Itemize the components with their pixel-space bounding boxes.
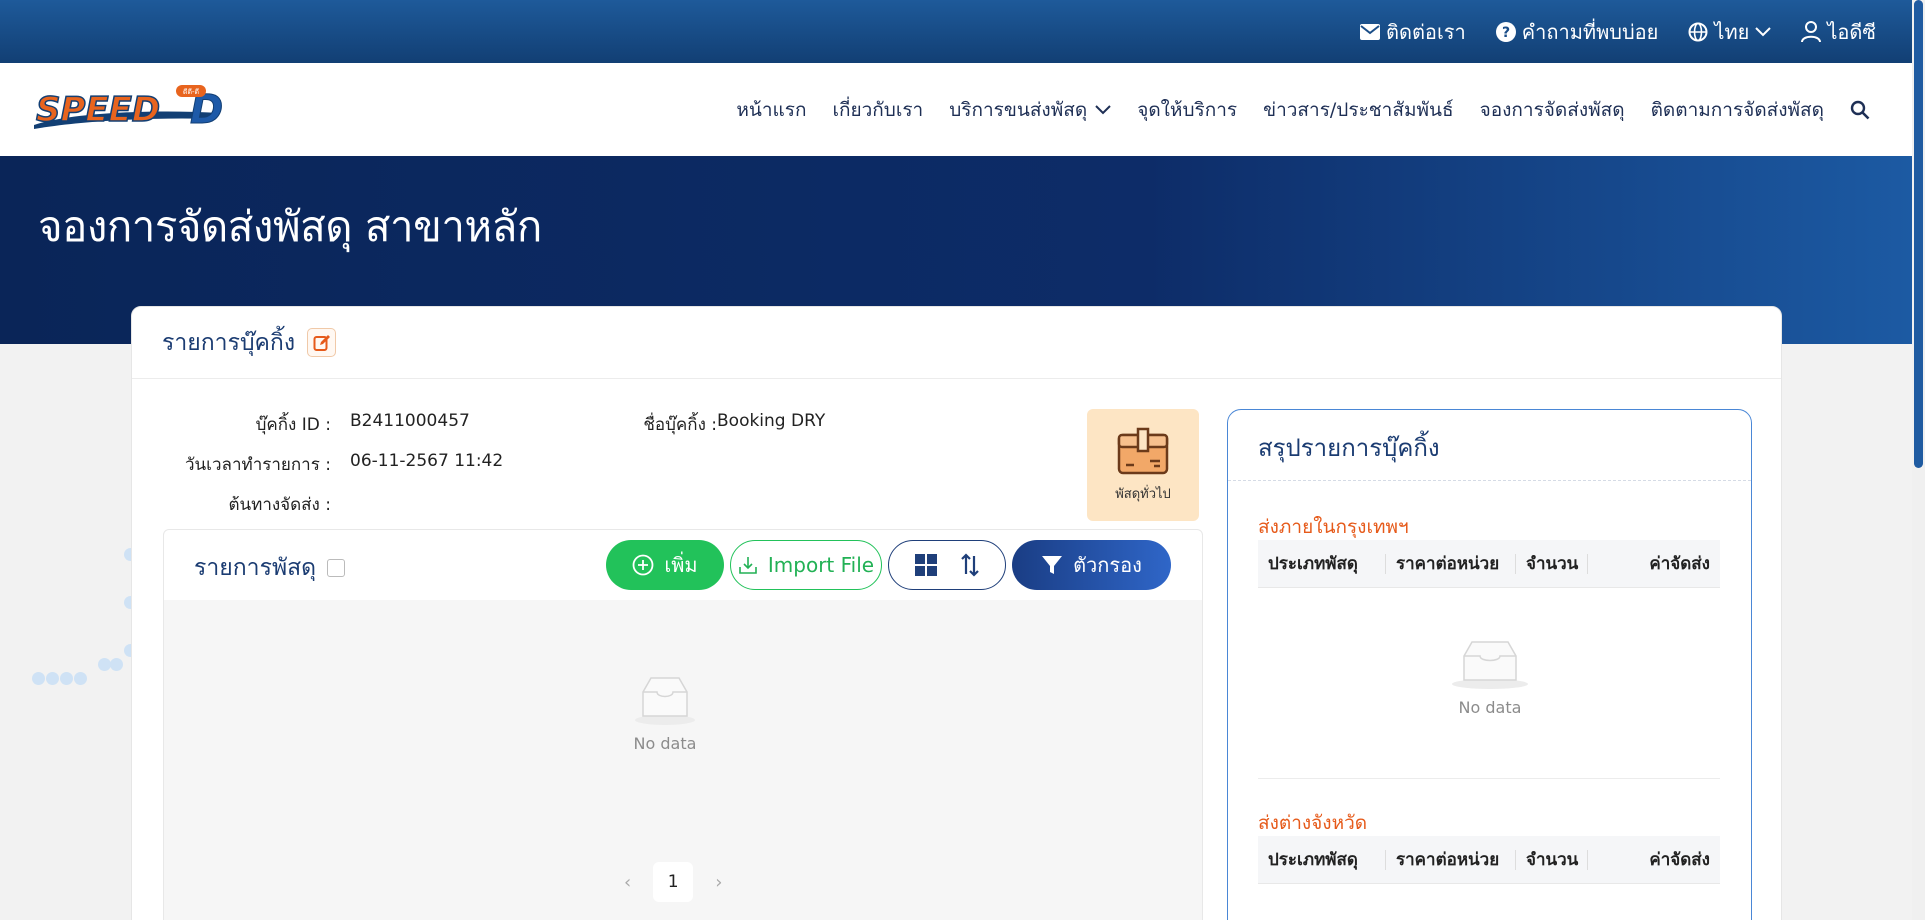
language-label: ไทย xyxy=(1714,19,1750,44)
bangkok-section-title: ส่งภายในกรุงเทพฯ xyxy=(1258,516,1409,538)
svg-text:ดีดี-ดี: ดีดี-ดี xyxy=(183,88,199,96)
filter-label: ตัวกรอง xyxy=(1073,553,1142,577)
page-title: จองการจัดส่งพัสดุ สาขาหลัก xyxy=(38,202,542,251)
nav-booking-label: จองการจัดส่งพัสดุ xyxy=(1479,98,1625,121)
booking-origin-label: ต้นทางจัดส่ง : xyxy=(228,495,331,515)
col-parcel-type: ประเภทพัสดุ xyxy=(1258,836,1386,884)
summary-title: สรุปรายการบุ๊คกิ้ง xyxy=(1258,434,1440,462)
download-icon xyxy=(739,557,757,574)
nav-about[interactable]: เกี่ยวกับเรา xyxy=(832,95,923,125)
parcel-type-badge[interactable]: พัสดุทั่วไป xyxy=(1087,409,1199,521)
nav-tracking[interactable]: ติดตามการจัดส่งพัสดุ xyxy=(1651,95,1824,125)
grid-view-icon xyxy=(915,554,937,576)
chevron-down-icon xyxy=(1095,104,1111,114)
edit-icon xyxy=(313,334,330,351)
contact-label: ติดต่อเรา xyxy=(1385,19,1466,44)
booking-title: รายการบุ๊คกิ้ง xyxy=(162,329,296,356)
parcel-type-label: พัสดุทั่วไป xyxy=(1115,486,1171,502)
col-unit-price: ราคาต่อหน่วย xyxy=(1386,836,1516,884)
view-toggle-button[interactable] xyxy=(888,540,1006,590)
booking-name-value: Booking DRY xyxy=(717,411,826,431)
booking-id-value: B2411000457 xyxy=(350,411,470,431)
parcel-list-body: No data ‹ 1 › xyxy=(164,600,1202,920)
col-quantity: จำนวน xyxy=(1516,836,1588,884)
globe-icon xyxy=(1688,22,1708,41)
parcel-list-header: รายการพัสดุ เพิ่ม Import File ตัวกรอง xyxy=(164,530,1202,600)
empty-inbox-icon xyxy=(1452,641,1528,689)
next-page-button[interactable]: › xyxy=(715,872,722,893)
bangkok-table-header: ประเภทพัสดุ ราคาต่อหน่วย จำนวน ค่าจัดส่ง xyxy=(1258,540,1720,588)
user-icon xyxy=(1801,20,1822,42)
nav-home[interactable]: หน้าแรก xyxy=(736,95,806,125)
select-all-checkbox[interactable] xyxy=(327,559,345,577)
booking-card-header: รายการบุ๊คกิ้ง xyxy=(132,307,1781,379)
parcel-list-title: รายการพัสดุ xyxy=(194,555,317,581)
svg-text:?: ? xyxy=(1502,25,1510,41)
col-shipping-fee: ค่าจัดส่ง xyxy=(1649,850,1710,870)
chevron-down-icon xyxy=(1755,26,1772,36)
svg-text:SPEED: SPEED xyxy=(36,90,160,130)
user-label: ไอดีซี xyxy=(1827,19,1876,44)
parcel-list-empty: No data xyxy=(633,674,697,753)
main-nav: หน้าแรก เกี่ยวกับเรา บริการขนส่งพัสดุ จุ… xyxy=(736,63,1870,156)
pagination: ‹ 1 › xyxy=(624,862,722,902)
nav-tracking-label: ติดตามการจัดส่งพัสดุ xyxy=(1650,98,1824,121)
booking-id-label: บุ๊คกิ้ง ID : xyxy=(255,415,331,435)
plus-circle-icon xyxy=(632,554,654,576)
add-parcel-button[interactable]: เพิ่ม xyxy=(606,540,724,590)
page-scrollbar-thumb[interactable] xyxy=(1914,0,1923,468)
nav-service-points[interactable]: จุดให้บริการ xyxy=(1137,95,1237,125)
search-icon xyxy=(1850,100,1870,119)
col-shipping-fee: ค่าจัดส่ง xyxy=(1649,554,1710,574)
booking-summary-panel: สรุปรายการบุ๊คกิ้ง ส่งภายในกรุงเทพฯ ประเ… xyxy=(1227,409,1752,920)
booking-datetime-value: 06-11-2567 11:42 xyxy=(350,451,504,471)
bangkok-empty-text: No data xyxy=(1458,698,1522,717)
import-file-label: Import File xyxy=(767,553,875,577)
nav-services[interactable]: บริการขนส่งพัสดุ xyxy=(949,95,1111,125)
col-unit-price: ราคาต่อหน่วย xyxy=(1386,540,1516,588)
edit-booking-button[interactable] xyxy=(307,328,337,357)
nav-service-points-label: จุดให้บริการ xyxy=(1137,98,1238,121)
booking-card: รายการบุ๊คกิ้ง บุ๊คกิ้ง ID : B2411000457… xyxy=(131,306,1782,920)
booking-name-label: ชื่อบุ๊คกิ้ง : xyxy=(643,415,717,435)
booking-datetime-label: วันเวลาทำรายการ : xyxy=(185,455,331,475)
nav-home-label: หน้าแรก xyxy=(736,98,807,121)
col-quantity: จำนวน xyxy=(1516,540,1588,588)
bangkok-empty: No data xyxy=(1450,638,1530,717)
add-parcel-label: เพิ่ม xyxy=(664,553,698,577)
nav-services-label: บริการขนส่งพัสดุ xyxy=(949,98,1088,121)
nav-news-label: ข่าวสาร/ประชาสัมพันธ์ xyxy=(1263,98,1454,121)
top-bar: ติดต่อเรา ? คำถามที่พบบ่อย ไทย ไอดีซี xyxy=(0,0,1912,63)
parcel-box-icon xyxy=(1117,427,1169,474)
parcel-list-empty-text: No data xyxy=(633,734,697,753)
nav-booking[interactable]: จองการจัดส่งพัสดุ xyxy=(1480,95,1625,125)
filter-button[interactable]: ตัวกรอง xyxy=(1012,540,1171,590)
speed-d-logo[interactable]: SPEED D ดีดี-ดี xyxy=(30,83,230,135)
parcel-list-panel: รายการพัสดุ เพิ่ม Import File ตัวกรอง No… xyxy=(163,529,1203,920)
page-number[interactable]: 1 xyxy=(653,862,694,902)
sort-icon xyxy=(961,553,979,577)
mail-icon xyxy=(1359,23,1380,40)
province-section-title: ส่งต่างจังหวัด xyxy=(1258,812,1368,834)
main-header: SPEED D ดีดี-ดี หน้าแรก เกี่ยวกับเรา บริ… xyxy=(0,63,1912,156)
search-button[interactable] xyxy=(1850,100,1870,120)
prev-page-button[interactable]: ‹ xyxy=(624,872,631,893)
nav-about-label: เกี่ยวกับเรา xyxy=(832,98,924,121)
faq-link[interactable]: ? คำถามที่พบบ่อย xyxy=(1495,16,1659,48)
faq-label: คำถามที่พบบ่อย xyxy=(1521,19,1659,44)
user-menu[interactable]: ไอดีซี xyxy=(1801,16,1876,48)
nav-news[interactable]: ข่าวสาร/ประชาสัมพันธ์ xyxy=(1263,95,1453,125)
summary-divider xyxy=(1228,480,1751,481)
empty-inbox-icon xyxy=(635,677,695,725)
filter-icon xyxy=(1042,556,1063,574)
province-table-header: ประเภทพัสดุ ราคาต่อหน่วย จำนวน ค่าจัดส่ง xyxy=(1258,836,1720,884)
import-file-button[interactable]: Import File xyxy=(730,540,882,590)
contact-link[interactable]: ติดต่อเรา xyxy=(1359,16,1466,48)
language-selector[interactable]: ไทย xyxy=(1688,16,1772,48)
col-parcel-type: ประเภทพัสดุ xyxy=(1258,540,1386,588)
help-icon: ? xyxy=(1495,21,1516,42)
section-divider xyxy=(1258,778,1720,779)
